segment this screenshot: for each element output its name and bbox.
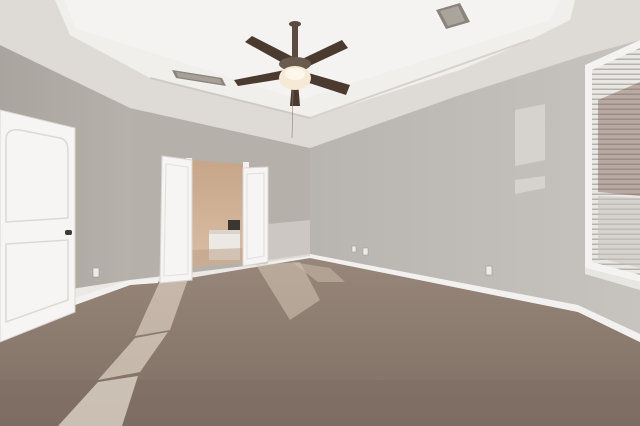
left-door[interactable] <box>0 109 76 343</box>
double-door-left-panel[interactable] <box>159 155 193 284</box>
wall-light-patch <box>268 220 310 262</box>
door-handle[interactable] <box>65 230 72 235</box>
wall-outlet <box>351 245 357 253</box>
wall-sunlight <box>515 104 545 194</box>
window-with-blinds <box>585 40 640 290</box>
wall-outlet <box>92 267 100 278</box>
double-door-right-panel[interactable] <box>242 166 269 267</box>
bedroom-photo <box>0 0 640 426</box>
wall-outlet <box>485 265 493 276</box>
wall-outlet <box>362 247 369 256</box>
bathroom-mirror-light <box>228 220 240 230</box>
double-doorway <box>186 158 249 270</box>
